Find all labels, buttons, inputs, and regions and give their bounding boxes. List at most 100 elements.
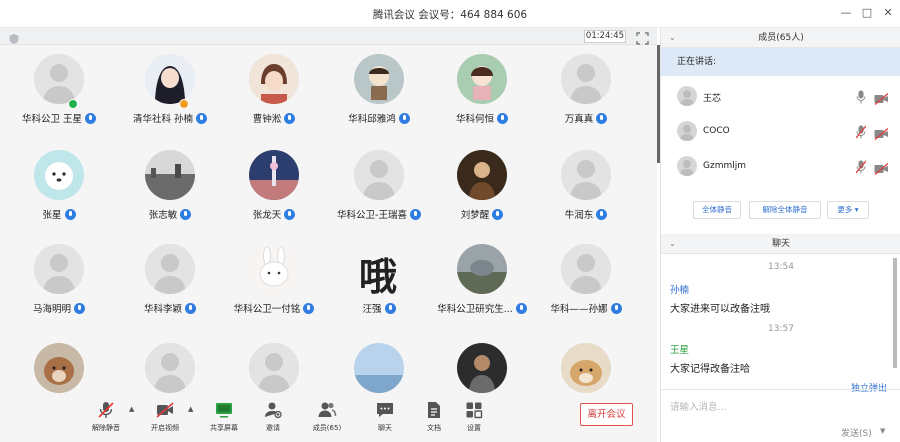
participant-tile[interactable] [222,337,326,395]
speaking-status-icon [68,99,78,109]
message-time: 13:57 [768,324,794,334]
participant-avatar [249,244,299,294]
participant-tile[interactable]: 牛润东 [534,144,638,244]
mic-icon [398,113,410,124]
video-off-icon[interactable] [874,125,889,140]
audio-options-arrow[interactable]: ▲ [129,405,137,413]
unmute-all-button[interactable]: 解除全体静音 [749,201,821,219]
participant-name-row: 华科公卫一付铭 [222,301,326,315]
muted-mic-icon[interactable] [855,124,867,139]
participant-tile[interactable]: 张志敏 [118,144,222,244]
participant-tile[interactable]: 曹钟淞 [222,48,326,148]
participant-name-row: 曹钟淞 [222,111,326,125]
participant-name: 张志敏 [148,210,178,221]
participant-tile[interactable]: 华科李颖 [118,238,222,338]
members-panel-header[interactable]: ⌄ 成员(65人) [661,28,900,48]
chat-input-area[interactable]: 请输入消息... 发送(S) ▼ [661,389,900,442]
participant-avatar [354,343,404,393]
participant-name-row: 华科公卫研究生... [430,301,534,315]
participant-tile[interactable]: 华科公卫 王星 [7,48,111,148]
message-sender[interactable]: 孙楠 [670,282,689,296]
mic-icon [303,303,315,314]
close-button[interactable]: ✕ [880,5,896,21]
member-row[interactable]: Gzmmljm [661,150,900,184]
participant-tile[interactable]: 华科公卫一付铭 [222,238,326,338]
fullscreen-icon[interactable] [636,30,649,45]
participant-name: 马海明明 [32,304,71,315]
participant-tile[interactable] [327,337,431,395]
invite-icon [265,402,282,419]
participant-tile[interactable] [430,337,534,395]
participant-tile[interactable]: 华科公卫研究生... [430,238,534,338]
participant-name: 曹钟淞 [252,114,282,125]
participant-tile[interactable]: 华科——孙娜 [534,238,638,338]
participant-name: 万真真 [564,114,594,125]
participant-tile[interactable]: 华科何恒 [430,48,534,148]
participant-tile[interactable]: 华科邱雅鸿 [327,48,431,148]
start-video-button[interactable]: 开启视频 [142,400,188,438]
participant-name-row: 刘梦醒 [430,207,534,221]
participant-avatar [561,150,611,200]
collapse-chevron-icon[interactable]: ⌄ [669,234,676,254]
apps-button[interactable]: 设置 [451,400,497,438]
participant-tile[interactable]: 清华社科 孙楠 [118,48,222,148]
send-options-arrow[interactable]: ▼ [880,427,885,435]
participant-avatar [561,343,611,393]
more-button[interactable]: 更多 ▾ [827,201,869,219]
collapse-chevron-icon[interactable]: ⌄ [669,28,676,48]
chat-panel-header[interactable]: ⌄ 聊天 [661,234,900,254]
participant-tile[interactable]: 张龙天 [222,144,326,244]
video-off-icon [156,402,174,418]
participant-name: 刘梦醒 [460,210,490,221]
mic-icon [596,209,608,220]
shield-icon[interactable] [8,30,20,44]
muted-mic-icon[interactable] [855,159,867,174]
participant-name-row: 华科李颖 [118,301,222,315]
participant-avatar [145,150,195,200]
participant-tile[interactable] [534,337,638,395]
participant-name-row: 华科邱雅鸿 [327,111,431,125]
end-meeting-button[interactable]: 离开会议 [580,403,633,426]
video-options-arrow[interactable]: ▲ [188,405,196,413]
chat-scrollbar[interactable] [893,258,897,368]
apps-grid-icon [466,402,483,419]
participant-tile[interactable] [7,337,111,395]
member-row[interactable]: COCO [661,115,900,149]
participant-tile[interactable]: 刘梦醒 [430,144,534,244]
share-screen-button[interactable]: 共享屏幕 [201,400,247,438]
participant-name-row: 华科公卫-王瑞喜 [327,207,431,221]
chat-button[interactable]: 聊天 [362,400,408,438]
title-bar: 腾讯会议 会议号：464 884 606 — □ ✕ [0,0,900,28]
mute-all-button[interactable]: 全体静音 [693,201,741,219]
unmute-button[interactable]: 解除静音 [83,400,129,438]
members-button[interactable]: 成员(65) [304,400,350,438]
video-off-icon[interactable] [874,90,889,105]
participant-avatar [561,244,611,294]
send-button[interactable]: 发送(S) [841,426,872,439]
participant-tile[interactable] [118,337,222,395]
participant-grid: 华科公卫 王星 清华社科 孙楠 曹钟淞 华科邱雅鸿 华科何恒 万真真 张星 张志敏 张龙天 华科公… [0,45,657,395]
participant-tile[interactable]: 华科公卫-王瑞喜 [327,144,431,244]
participant-avatar [34,244,84,294]
video-off-icon[interactable] [874,160,889,175]
participant-avatar [354,150,404,200]
participant-tile[interactable]: 万真真 [534,48,638,148]
minimize-button[interactable]: — [838,5,854,21]
participant-tile[interactable]: 哦汪强 [327,238,431,338]
mic-icon[interactable] [856,89,866,104]
participant-name: 华科公卫-王瑞喜 [337,210,407,221]
maximize-button[interactable]: □ [859,5,875,21]
participant-tile[interactable]: 张星 [7,144,111,244]
chat-input-placeholder[interactable]: 请输入消息... [670,399,727,413]
member-row[interactable]: 王芯 [661,80,900,114]
side-panel: ⌄ 成员(65人) 正在讲话: 王芯 COCO Gzmmljm 全体静音 解除全体静… [660,28,900,442]
muted-mic-icon [98,402,114,418]
invite-button[interactable]: 邀请 [250,400,296,438]
participant-name: 牛润东 [564,210,594,221]
participant-tile[interactable]: 马海明明 [7,238,111,338]
message-sender[interactable]: 王星 [670,342,689,356]
participant-name-row: 张志敏 [118,207,222,221]
participant-name: 汪强 [362,304,382,315]
mic-icon [64,209,76,220]
participant-avatar [457,343,507,393]
